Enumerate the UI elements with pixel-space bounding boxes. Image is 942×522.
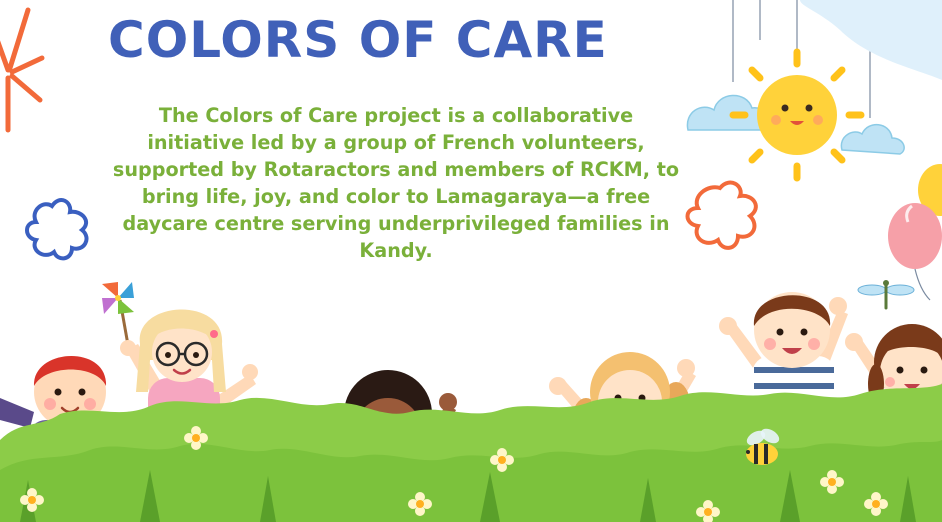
slide: COLORS OF CARE The Colors of Care projec… (0, 0, 942, 522)
page-title: COLORS OF CARE (108, 11, 608, 69)
orange-flower-outline-icon (685, 180, 758, 250)
blue-flower-outline-icon (25, 198, 89, 261)
pinwheel-icon (102, 282, 134, 346)
project-description: The Colors of Care project is a collabor… (112, 104, 680, 262)
orange-starburst-icon (0, 7, 45, 133)
dragonfly-icon (857, 280, 915, 310)
sky-blob (800, 0, 942, 80)
balloon-icon (888, 164, 942, 301)
